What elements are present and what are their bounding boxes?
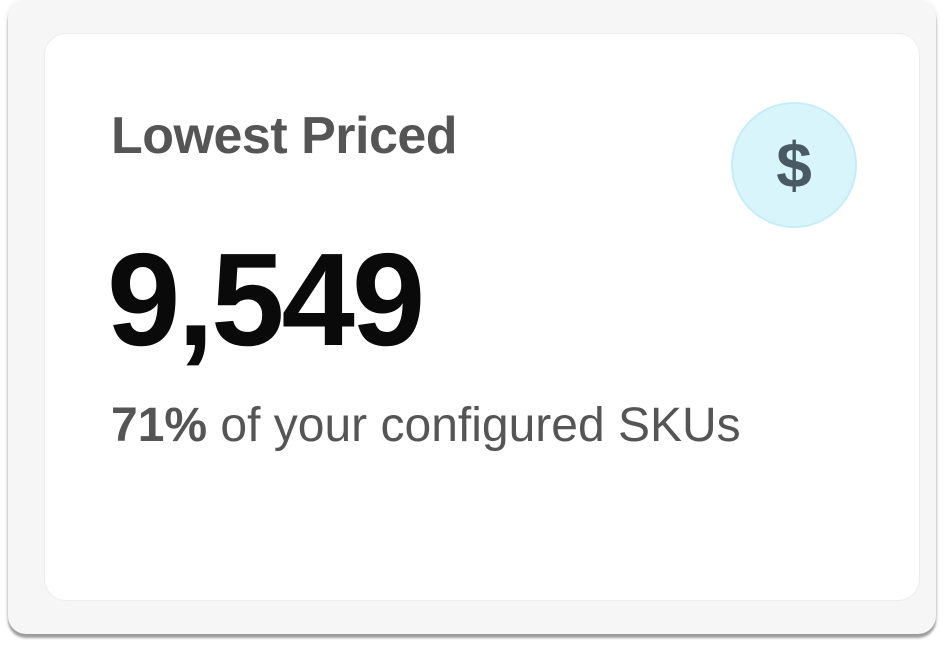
dollar-badge: $ [731,102,857,228]
lowest-priced-count: 9,549 [107,226,425,373]
percent-value: 71% [111,399,208,452]
card-title: Lowest Priced [111,107,458,165]
dollar-icon: $ [776,129,812,201]
card-subtext: 71% of your configured SKUs [111,398,741,453]
subtext-label: of your configured SKUs [207,399,741,452]
lowest-priced-card: Lowest Priced $ 9,549 71% of your config… [44,33,920,601]
widget-frame: Lowest Priced $ 9,549 71% of your config… [8,0,936,634]
